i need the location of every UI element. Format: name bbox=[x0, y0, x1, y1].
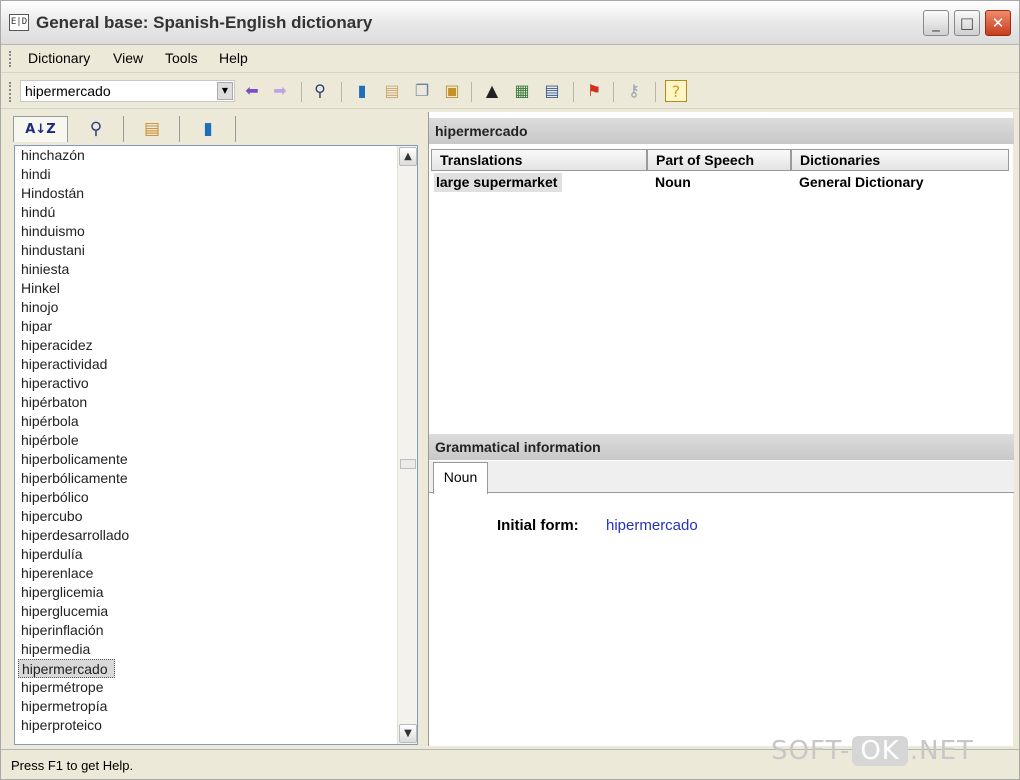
help-icon[interactable]: ? bbox=[665, 80, 687, 102]
initial-form-label: Initial form: bbox=[497, 517, 579, 534]
list-item[interactable]: hipermetropía bbox=[15, 697, 398, 716]
toolbar-grip[interactable] bbox=[9, 82, 12, 102]
list-item[interactable]: hiperdulía bbox=[15, 545, 398, 564]
list-item[interactable]: hiperbólicamente bbox=[15, 469, 398, 488]
menubar-grip[interactable] bbox=[9, 51, 12, 67]
word-list: hinchazón hindi Hindostán hindú hinduismo hin… bbox=[15, 146, 398, 744]
column-part-of-speech[interactable]: Part of Speech bbox=[647, 149, 791, 171]
translation-cell[interactable]: large supermarket bbox=[434, 173, 563, 192]
close-button[interactable]: ✕ bbox=[985, 10, 1011, 36]
copy-icon[interactable]: ❐ bbox=[411, 80, 433, 102]
list-item[interactable]: hipar bbox=[15, 317, 398, 336]
scroll-up-icon[interactable]: ▲ bbox=[399, 147, 417, 166]
sort-az-icon[interactable]: A↓Z bbox=[13, 116, 68, 142]
list-item[interactable]: hiperactividad bbox=[15, 355, 398, 374]
word-list-panel: A↓Z ⚲ ▤ ▮ hinchazón hindi Hindostán hindú hi… bbox=[9, 112, 418, 746]
column-translations[interactable]: Translations bbox=[431, 149, 647, 171]
list-item[interactable]: hiperglicemia bbox=[15, 583, 398, 602]
menu-view[interactable]: View bbox=[113, 50, 143, 66]
list-item[interactable]: hiperglucemia bbox=[15, 602, 398, 621]
paste-icon[interactable]: ▣ bbox=[441, 80, 463, 102]
part-of-speech-cell[interactable]: Noun bbox=[655, 173, 691, 192]
crossword-icon[interactable]: ▦ bbox=[511, 80, 533, 102]
toolbar-separator bbox=[341, 82, 342, 102]
card-list-tab-icon[interactable]: ▤ bbox=[125, 116, 180, 142]
back-arrow-icon[interactable]: ⬅ bbox=[241, 80, 263, 102]
list-item[interactable]: hindi bbox=[15, 165, 398, 184]
translation-header: hipermercado bbox=[429, 118, 1014, 144]
list-item[interactable]: hipermétrope bbox=[15, 678, 398, 697]
forward-arrow-icon[interactable]: ➡ bbox=[269, 80, 291, 102]
app-icon: E|D bbox=[9, 14, 29, 31]
toolbar-separator bbox=[301, 82, 302, 102]
search-combobox[interactable]: ▼ bbox=[20, 80, 235, 102]
list-item[interactable]: hinchazón bbox=[15, 146, 398, 165]
list-item[interactable]: hiperenlace bbox=[15, 564, 398, 583]
list-item[interactable]: hiperactivo bbox=[15, 374, 398, 393]
translation-table-header: Translations Part of Speech Dictionaries bbox=[429, 149, 1014, 171]
list-item[interactable]: hiperdesarrollado bbox=[15, 526, 398, 545]
search-input[interactable] bbox=[21, 81, 211, 101]
scroll-down-icon[interactable]: ▼ bbox=[399, 724, 417, 743]
combo-dropdown-icon[interactable]: ▼ bbox=[217, 82, 233, 100]
list-item[interactable]: Hindostán bbox=[15, 184, 398, 203]
list-item[interactable]: hiperinflación bbox=[15, 621, 398, 640]
word-list-scrollbar[interactable]: ▲ ▼ bbox=[397, 146, 417, 744]
menu-tools[interactable]: Tools bbox=[165, 50, 198, 66]
grammar-tabs: Noun bbox=[429, 461, 1014, 494]
title-bar[interactable]: E|D General base: Spanish-English dictio… bbox=[1, 1, 1019, 45]
list-item[interactable]: hiperbólico bbox=[15, 488, 398, 507]
graduation-cap-icon[interactable]: ▲ bbox=[481, 80, 503, 102]
list-item[interactable]: hipérbole bbox=[15, 431, 398, 450]
details-panel: hipermercado Translations Part of Speech… bbox=[428, 112, 1014, 746]
tab-noun[interactable]: Noun bbox=[433, 462, 488, 494]
list-item[interactable]: hipercubo bbox=[15, 507, 398, 526]
dictionary-cell[interactable]: General Dictionary bbox=[799, 173, 924, 192]
status-text: Press F1 to get Help. bbox=[11, 758, 134, 773]
application-window: E|D General base: Spanish-English dictio… bbox=[0, 0, 1020, 780]
toolbar: ▼ ⬅ ➡ ⚲ ▮ ▤ ❐ ▣ ▲ ▦ ▤ ⚑ ⚷ ? bbox=[1, 74, 1019, 109]
menu-help[interactable]: Help bbox=[219, 50, 248, 66]
list-item[interactable]: hindustani bbox=[15, 241, 398, 260]
menu-dictionary[interactable]: Dictionary bbox=[28, 50, 90, 66]
key-icon[interactable]: ⚷ bbox=[623, 80, 645, 102]
column-dictionaries[interactable]: Dictionaries bbox=[791, 149, 1009, 171]
maximize-button[interactable]: □ bbox=[954, 10, 980, 36]
toolbar-separator bbox=[613, 82, 614, 102]
text-view-icon[interactable]: ▤ bbox=[541, 80, 563, 102]
initial-form-link[interactable]: hipermercado bbox=[606, 517, 698, 534]
toolbar-separator bbox=[655, 82, 656, 102]
list-item[interactable]: hipérbola bbox=[15, 412, 398, 431]
list-item[interactable]: hipermedia bbox=[15, 640, 398, 659]
left-tabs: A↓Z ⚲ ▤ ▮ bbox=[9, 112, 418, 145]
window-title: General base: Spanish-English dictionary bbox=[36, 13, 373, 32]
toolbar-separator bbox=[471, 82, 472, 102]
watermark-pre: SOFT- bbox=[771, 736, 851, 766]
scrollbar-thumb[interactable] bbox=[400, 459, 416, 469]
menu-bar: Dictionary View Tools Help bbox=[1, 45, 1019, 73]
list-item[interactable]: Hinkel bbox=[15, 279, 398, 298]
list-item[interactable]: hiperbolicamente bbox=[15, 450, 398, 469]
minimize-button[interactable]: _ bbox=[923, 10, 949, 36]
list-item[interactable]: hiperproteico bbox=[15, 716, 398, 735]
watermark-box: OK bbox=[852, 736, 908, 766]
list-item[interactable]: hinduismo bbox=[15, 222, 398, 241]
binoculars-icon[interactable]: ⚲ bbox=[309, 80, 331, 102]
list-item[interactable]: hiniesta bbox=[15, 260, 398, 279]
watermark-post: .NET bbox=[909, 736, 974, 766]
word-list-box: hinchazón hindi Hindostán hindú hinduismo hin… bbox=[14, 145, 418, 745]
list-item-selected[interactable]: hipermercado bbox=[18, 659, 115, 678]
toolbar-separator bbox=[573, 82, 574, 102]
list-item[interactable]: hiperacidez bbox=[15, 336, 398, 355]
watermark: SOFT- OK .NET bbox=[771, 736, 974, 776]
grammar-header: Grammatical information bbox=[429, 434, 1014, 460]
list-item[interactable]: hindú bbox=[15, 203, 398, 222]
book-blue-icon[interactable]: ▮ bbox=[351, 80, 373, 102]
book-tab-icon[interactable]: ▮ bbox=[181, 116, 236, 142]
list-item[interactable]: hipérbaton bbox=[15, 393, 398, 412]
book-paste-icon[interactable]: ▤ bbox=[381, 80, 403, 102]
list-item[interactable]: hinojo bbox=[15, 298, 398, 317]
pin-icon[interactable]: ⚑ bbox=[583, 80, 605, 102]
binoculars-tab-icon[interactable]: ⚲ bbox=[69, 116, 124, 142]
